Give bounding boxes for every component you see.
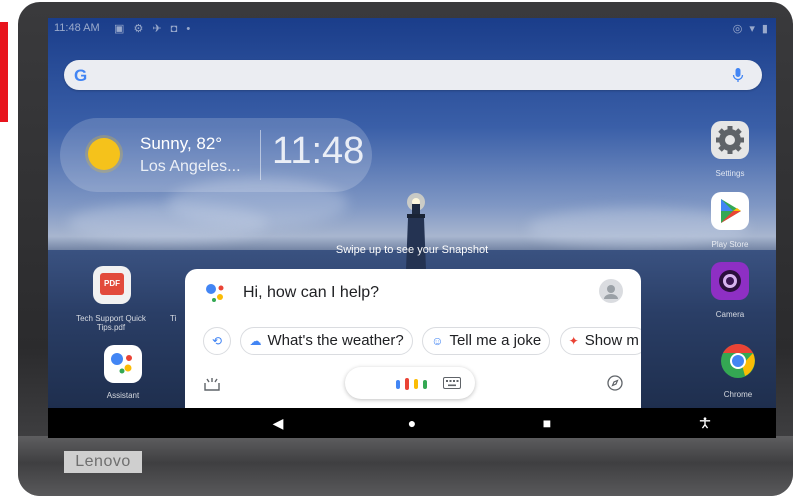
voice-bars-icon[interactable] — [396, 378, 428, 390]
tablet-device: Lenovo 11:48 AM ▣ ⚙ ✈ ◘ • ◎ ▾ ▮ G Sunny,… — [18, 2, 793, 496]
weather-clock-widget[interactable]: Sunny, 82° Los Angeles... 11:48 — [60, 118, 372, 192]
home-button[interactable]: ● — [397, 408, 427, 438]
clock-time: 11:48 — [272, 130, 365, 172]
chip-show[interactable]: ✦ Show m — [559, 327, 641, 355]
chip-weather[interactable]: ☁ What's the weather? — [240, 327, 413, 355]
snapshot-icon[interactable] — [203, 377, 221, 391]
status-notification-icons: ▣ ⚙ ✈ ◘ • — [114, 23, 194, 35]
mic-icon[interactable] — [730, 67, 746, 83]
sparkle-icon: ✦ — [568, 334, 579, 348]
chip-show-label: Show m — [584, 332, 639, 349]
assistant-greeting: Hi, how can I help? — [243, 284, 380, 301]
suggestion-chips: ⟲ ☁ What's the weather? ☺ Tell me a joke ✦… — [203, 327, 641, 357]
play-store-icon[interactable] — [711, 192, 749, 230]
assistant-bottom-row — [185, 367, 641, 401]
smiley-icon: ☺ — [431, 334, 444, 348]
snapshot-hint[interactable]: Swipe up to see your Snapshot — [48, 244, 776, 256]
weather-city: Los Angeles... — [140, 158, 241, 175]
cloud-icon: ☁ — [249, 334, 262, 348]
status-system-icons: ◎ ▾ ▮ — [732, 23, 770, 35]
back-button[interactable]: ◀ — [263, 408, 293, 438]
chip-joke[interactable]: ☺ Tell me a joke — [422, 327, 551, 355]
app-label-camera: Camera — [715, 310, 745, 319]
voice-input-pill[interactable] — [345, 367, 475, 399]
home-screen: 11:48 AM ▣ ⚙ ✈ ◘ • ◎ ▾ ▮ G Sunny, 82° Lo… — [48, 18, 776, 408]
avatar[interactable] — [599, 279, 623, 303]
google-assistant-icon — [206, 284, 224, 302]
google-search-bar[interactable]: G — [64, 60, 762, 90]
chip-joke-label: Tell me a joke — [449, 332, 542, 349]
assistant-panel: Hi, how can I help? ⟲ ☁ What's the weathe… — [185, 269, 641, 408]
pdf-badge: PDF — [100, 273, 124, 295]
app-label-settings: Settings — [715, 169, 745, 178]
app-label-play-store: Play Store — [711, 240, 749, 249]
chip-weather-label: What's the weather? — [267, 332, 404, 349]
app-label-pdf: Tech Support Quick Tips.pdf — [76, 314, 146, 332]
widget-divider — [260, 130, 261, 180]
accessibility-button[interactable] — [690, 408, 720, 438]
gear-icon[interactable] — [711, 121, 749, 159]
weather-condition: Sunny, 82° — [140, 134, 223, 153]
camera-icon[interactable] — [711, 262, 749, 300]
keyboard-icon[interactable] — [443, 377, 461, 389]
navigation-bar: ◀ ● ■ — [48, 408, 776, 438]
compass-icon[interactable] — [607, 375, 623, 391]
google-logo: G — [74, 66, 88, 85]
lighthouse-image — [406, 193, 426, 270]
brand-logo: Lenovo — [64, 451, 142, 473]
history-icon: ⟲ — [211, 334, 223, 348]
pdf-icon[interactable]: PDF — [93, 266, 131, 304]
status-time: 11:48 AM — [54, 22, 100, 34]
accessibility-icon — [699, 417, 711, 429]
app-label-chrome: Chrome — [723, 390, 753, 399]
sun-icon — [88, 138, 120, 170]
status-bar: 11:48 AM ▣ ⚙ ✈ ◘ • ◎ ▾ ▮ — [54, 22, 770, 36]
recents-button[interactable]: ■ — [532, 408, 562, 438]
red-accent-bar — [0, 22, 8, 122]
history-chip[interactable]: ⟲ — [203, 327, 231, 355]
assistant-icon[interactable] — [104, 345, 142, 383]
chrome-icon[interactable] — [719, 342, 757, 380]
app-label-assistant: Assistant — [106, 391, 140, 400]
